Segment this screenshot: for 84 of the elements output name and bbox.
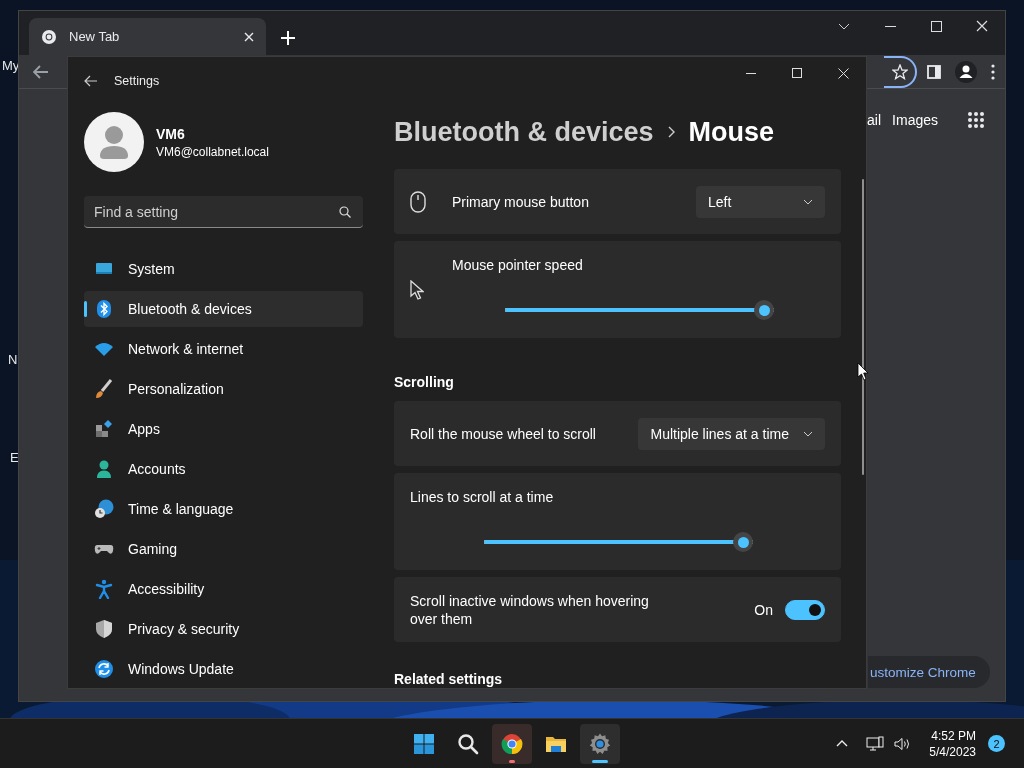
search-icon[interactable] [339,206,351,218]
mouse-icon [410,190,426,213]
side-panel-icon[interactable] [927,64,941,79]
toggle-state-label: On [754,601,773,618]
nav-item[interactable]: Bluetooth & devices [84,291,363,327]
page-title: Mouse [688,116,775,148]
setting-label: Lines to scroll at a time [410,489,555,505]
desktop-icon-label[interactable]: E [10,450,19,465]
minimize-icon[interactable] [884,25,896,27]
setting-label: Scroll inactive windows when hovering over them [410,591,650,628]
close-icon[interactable] [976,20,988,32]
header-link[interactable]: ail [867,112,882,128]
section-heading: Related settings [394,671,504,687]
nav-item[interactable]: Accessibility [84,571,363,607]
dropdown[interactable]: Multiple lines at a time [638,417,825,450]
desktop-icon-label[interactable]: My [2,58,20,73]
bluetooth-icon [94,299,114,319]
apps-grid-icon[interactable] [967,111,985,129]
minimize-icon[interactable] [746,72,756,74]
shield-icon [94,619,114,639]
search-field[interactable]: Find a setting [84,196,363,228]
nav-item[interactable]: Privacy & security [84,611,363,647]
avatar-icon [84,112,144,172]
star-icon[interactable] [892,63,908,80]
nav-item[interactable]: Accounts [84,451,363,487]
person-icon [94,459,114,479]
nav-item[interactable]: Time & language [84,491,363,527]
accessibility-icon [94,579,114,599]
network-icon[interactable] [866,735,885,752]
chevron-down-icon[interactable] [838,22,850,30]
chevron-right-icon [667,126,675,138]
pointer-icon [410,279,424,300]
apps-icon [94,419,114,439]
maximize-icon[interactable] [930,20,942,32]
taskbar-button[interactable] [492,723,532,764]
header-link[interactable]: Images [892,112,938,128]
breadcrumb-link[interactable]: Bluetooth & devices [394,116,654,148]
setting-label: Primary mouse button [452,193,590,210]
back-arrow-icon[interactable] [84,74,98,87]
clock-icon [94,499,114,519]
chrome-icon [500,731,524,756]
window-title: Settings [114,73,160,88]
nav-item[interactable]: Apps [84,411,363,447]
maximize-icon[interactable] [792,68,802,78]
search-icon [456,731,480,756]
clock-time[interactable]: 4:52 PM [929,727,976,744]
slider-thumb[interactable] [754,300,774,320]
menu-icon[interactable] [991,63,995,80]
new-tab-icon[interactable] [281,31,295,45]
taskbar-button[interactable] [580,723,620,764]
close-icon[interactable] [837,67,849,79]
brush-icon [94,379,114,399]
chrome-icon [41,28,57,45]
slider-thumb[interactable] [733,532,753,552]
chevron-down-icon [803,198,813,205]
nav-item[interactable]: Windows Update [84,651,363,687]
toggle-switch[interactable] [785,599,825,620]
browser-tab[interactable]: New Tab [29,18,266,55]
mouse-cursor-icon [857,362,869,381]
scrollbar[interactable] [862,179,864,475]
back-arrow-icon[interactable] [33,64,49,79]
volume-icon[interactable] [894,736,912,751]
nav-item[interactable]: System [84,251,363,287]
setting-label: Roll the mouse wheel to scroll [410,425,597,442]
nav-item[interactable]: Network & internet [84,331,363,367]
nav-item[interactable]: Personalization [84,371,363,407]
chevron-down-icon [803,430,813,437]
desktop-icon-label[interactable]: N [8,352,18,367]
start-icon [412,731,436,756]
profile-icon[interactable] [955,60,977,83]
chevron-up-icon[interactable] [836,740,849,747]
user-name: VM6 [156,125,186,142]
customize-button[interactable]: ustomize Chrome [868,656,990,688]
setting-label: Mouse pointer speed [452,257,584,273]
notification-badge[interactable]: 2 [988,735,1005,752]
settings-icon [588,731,612,756]
nav-item[interactable]: Gaming [84,531,363,567]
sync-icon [94,659,114,679]
clock-date[interactable]: 5/4/2023 [929,743,976,760]
close-icon[interactable] [244,31,254,42]
section-heading: Scrolling [394,374,455,390]
address-bar[interactable] [884,55,917,88]
dropdown[interactable]: Left [696,185,825,218]
user-email: VM6@collabnet.local [156,144,269,159]
